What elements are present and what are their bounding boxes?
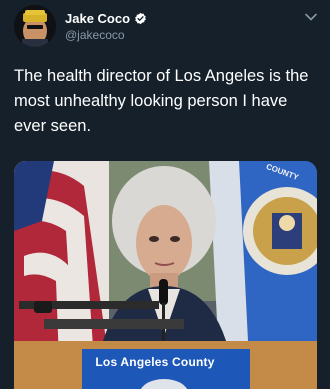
tweet-text: The health director of Los Angeles is th… <box>14 67 309 135</box>
flag-graphic <box>14 161 109 361</box>
verified-badge-icon <box>135 12 146 25</box>
podium-label: Los Angeles County <box>95 355 215 369</box>
chevron-down-icon[interactable] <box>304 10 318 24</box>
display-name[interactable]: Jake Coco <box>65 11 130 26</box>
avatar[interactable] <box>14 5 56 47</box>
name-row: Jake Coco <box>65 11 147 26</box>
user-handle[interactable]: @jakecoco <box>65 28 125 42</box>
avatar-image <box>14 5 56 47</box>
